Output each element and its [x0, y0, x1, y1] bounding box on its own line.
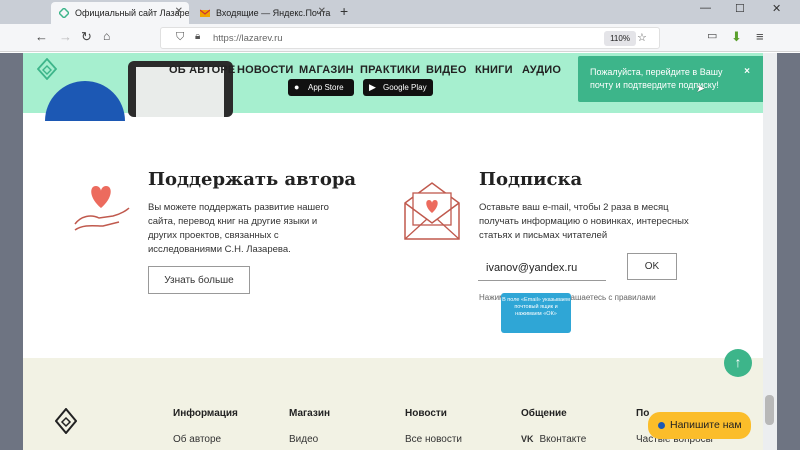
- nav-audio[interactable]: АУДИО: [522, 64, 561, 76]
- email-field[interactable]: ivanov@yandex.ru: [478, 257, 606, 281]
- nav-video[interactable]: ВИДЕО: [426, 64, 467, 76]
- left-desktop-strip: [0, 53, 23, 450]
- footer-link-about[interactable]: Об авторе: [173, 434, 221, 445]
- tab-yandex-mail[interactable]: Входящие — Яндекс.Почта ✕: [192, 2, 332, 24]
- lock-icon[interactable]: 🔒︎: [195, 31, 200, 42]
- chat-status-icon: [658, 422, 665, 429]
- nav-practices[interactable]: ПРАКТИКИ: [360, 64, 420, 76]
- lazarev-favicon-icon: [59, 8, 69, 18]
- toast-close-button[interactable]: ×: [744, 66, 750, 77]
- forward-icon[interactable]: →: [59, 29, 72, 44]
- footer-heading-communication: Общение: [521, 408, 567, 419]
- footer-heading-help: По: [636, 408, 650, 419]
- footer-logo-icon[interactable]: [55, 408, 77, 434]
- learn-more-button[interactable]: Узнать больше: [148, 266, 250, 294]
- tab-close-icon[interactable]: ✕: [175, 6, 183, 17]
- page-viewport: ● App Store ▶ Google Play ОБ АВТОРЕ НОВО…: [23, 53, 763, 450]
- heart-hand-icon: [74, 186, 130, 231]
- reader-view-icon[interactable]: ▭: [707, 29, 717, 42]
- ok-button[interactable]: OK: [627, 253, 677, 280]
- footer-link-vkontakte[interactable]: VK Вконтакте: [521, 434, 586, 445]
- nav-news[interactable]: НОВОСТИ: [237, 64, 293, 76]
- footer-heading-news: Новости: [405, 408, 447, 419]
- nav-shop[interactable]: МАГАЗИН: [299, 64, 354, 76]
- footer-link-all-news[interactable]: Все новости: [405, 434, 462, 445]
- url-text[interactable]: https://lazarev.ru: [213, 33, 283, 44]
- toast-message: Пожалуйста, перейдите в Вашу почту и под…: [590, 67, 723, 90]
- vk-icon: VK: [521, 434, 534, 444]
- chat-widget-button[interactable]: Напишите нам: [648, 412, 751, 439]
- tab-strip: Официальный сайт Лазарева ✕ Входящие — Я…: [0, 0, 800, 24]
- footer-heading-info: Информация: [173, 408, 238, 419]
- subscribe-title: Подписка: [479, 169, 583, 190]
- maximize-button[interactable]: ☐: [735, 2, 745, 15]
- scroll-to-top-button[interactable]: ↑: [724, 349, 752, 377]
- support-text: Вы можете поддержать развитие нашего сай…: [148, 202, 329, 255]
- close-window-button[interactable]: ✕: [772, 2, 781, 15]
- footer-heading-shop: Магазин: [289, 408, 331, 419]
- decorative-blob: [45, 81, 125, 121]
- tab-lazarev[interactable]: Официальный сайт Лазарева ✕: [51, 2, 189, 24]
- yandex-mail-favicon-icon: [200, 9, 210, 17]
- tab-close-icon[interactable]: ✕: [318, 6, 326, 17]
- browser-toolbar: ← → ↻ ⌂ ⛉ 🔒︎ https://lazarev.ru 110% ☆ ▭…: [0, 24, 800, 52]
- envelope-heart-icon: [404, 182, 460, 240]
- footer-link-video[interactable]: Видео: [289, 434, 318, 445]
- home-icon[interactable]: ⌂: [103, 29, 110, 43]
- page-scrollbar[interactable]: [763, 53, 777, 450]
- scrollbar-thumb[interactable]: [765, 395, 774, 425]
- right-desktop-strip: [777, 53, 800, 450]
- nav-books[interactable]: КНИГИ: [475, 64, 513, 76]
- tab-title: Официальный сайт Лазарева: [75, 8, 189, 18]
- bookmark-star-icon[interactable]: ☆: [637, 31, 647, 44]
- nav-about[interactable]: ОБ АВТОРЕ: [169, 64, 235, 76]
- email-hint-tooltip: В поле «Email» указываем почтовый ящик и…: [501, 293, 571, 333]
- shield-icon[interactable]: ⛉: [176, 31, 184, 44]
- reload-icon[interactable]: ↻: [81, 29, 92, 45]
- new-tab-button[interactable]: +: [340, 3, 348, 19]
- site-logo-icon[interactable]: [37, 58, 57, 80]
- support-title: Поддержать автора: [148, 169, 357, 190]
- subscription-toast: Пожалуйста, перейдите в Вашу почту и под…: [578, 56, 763, 102]
- back-icon[interactable]: ←: [35, 29, 48, 44]
- zoom-level-badge[interactable]: 110%: [604, 31, 636, 46]
- subscribe-text: Оставьте ваш e-mail, чтобы 2 раза в меся…: [479, 202, 689, 241]
- menu-icon[interactable]: ≡: [756, 29, 764, 44]
- mouse-cursor-icon: ➤: [696, 83, 706, 95]
- download-extension-icon[interactable]: ⬇: [731, 29, 742, 45]
- minimize-button[interactable]: —: [700, 2, 711, 14]
- tab-title: Входящие — Яндекс.Почта: [216, 8, 331, 18]
- address-bar[interactable]: ⛉ 🔒︎ https://lazarev.ru 110% ☆: [160, 27, 660, 49]
